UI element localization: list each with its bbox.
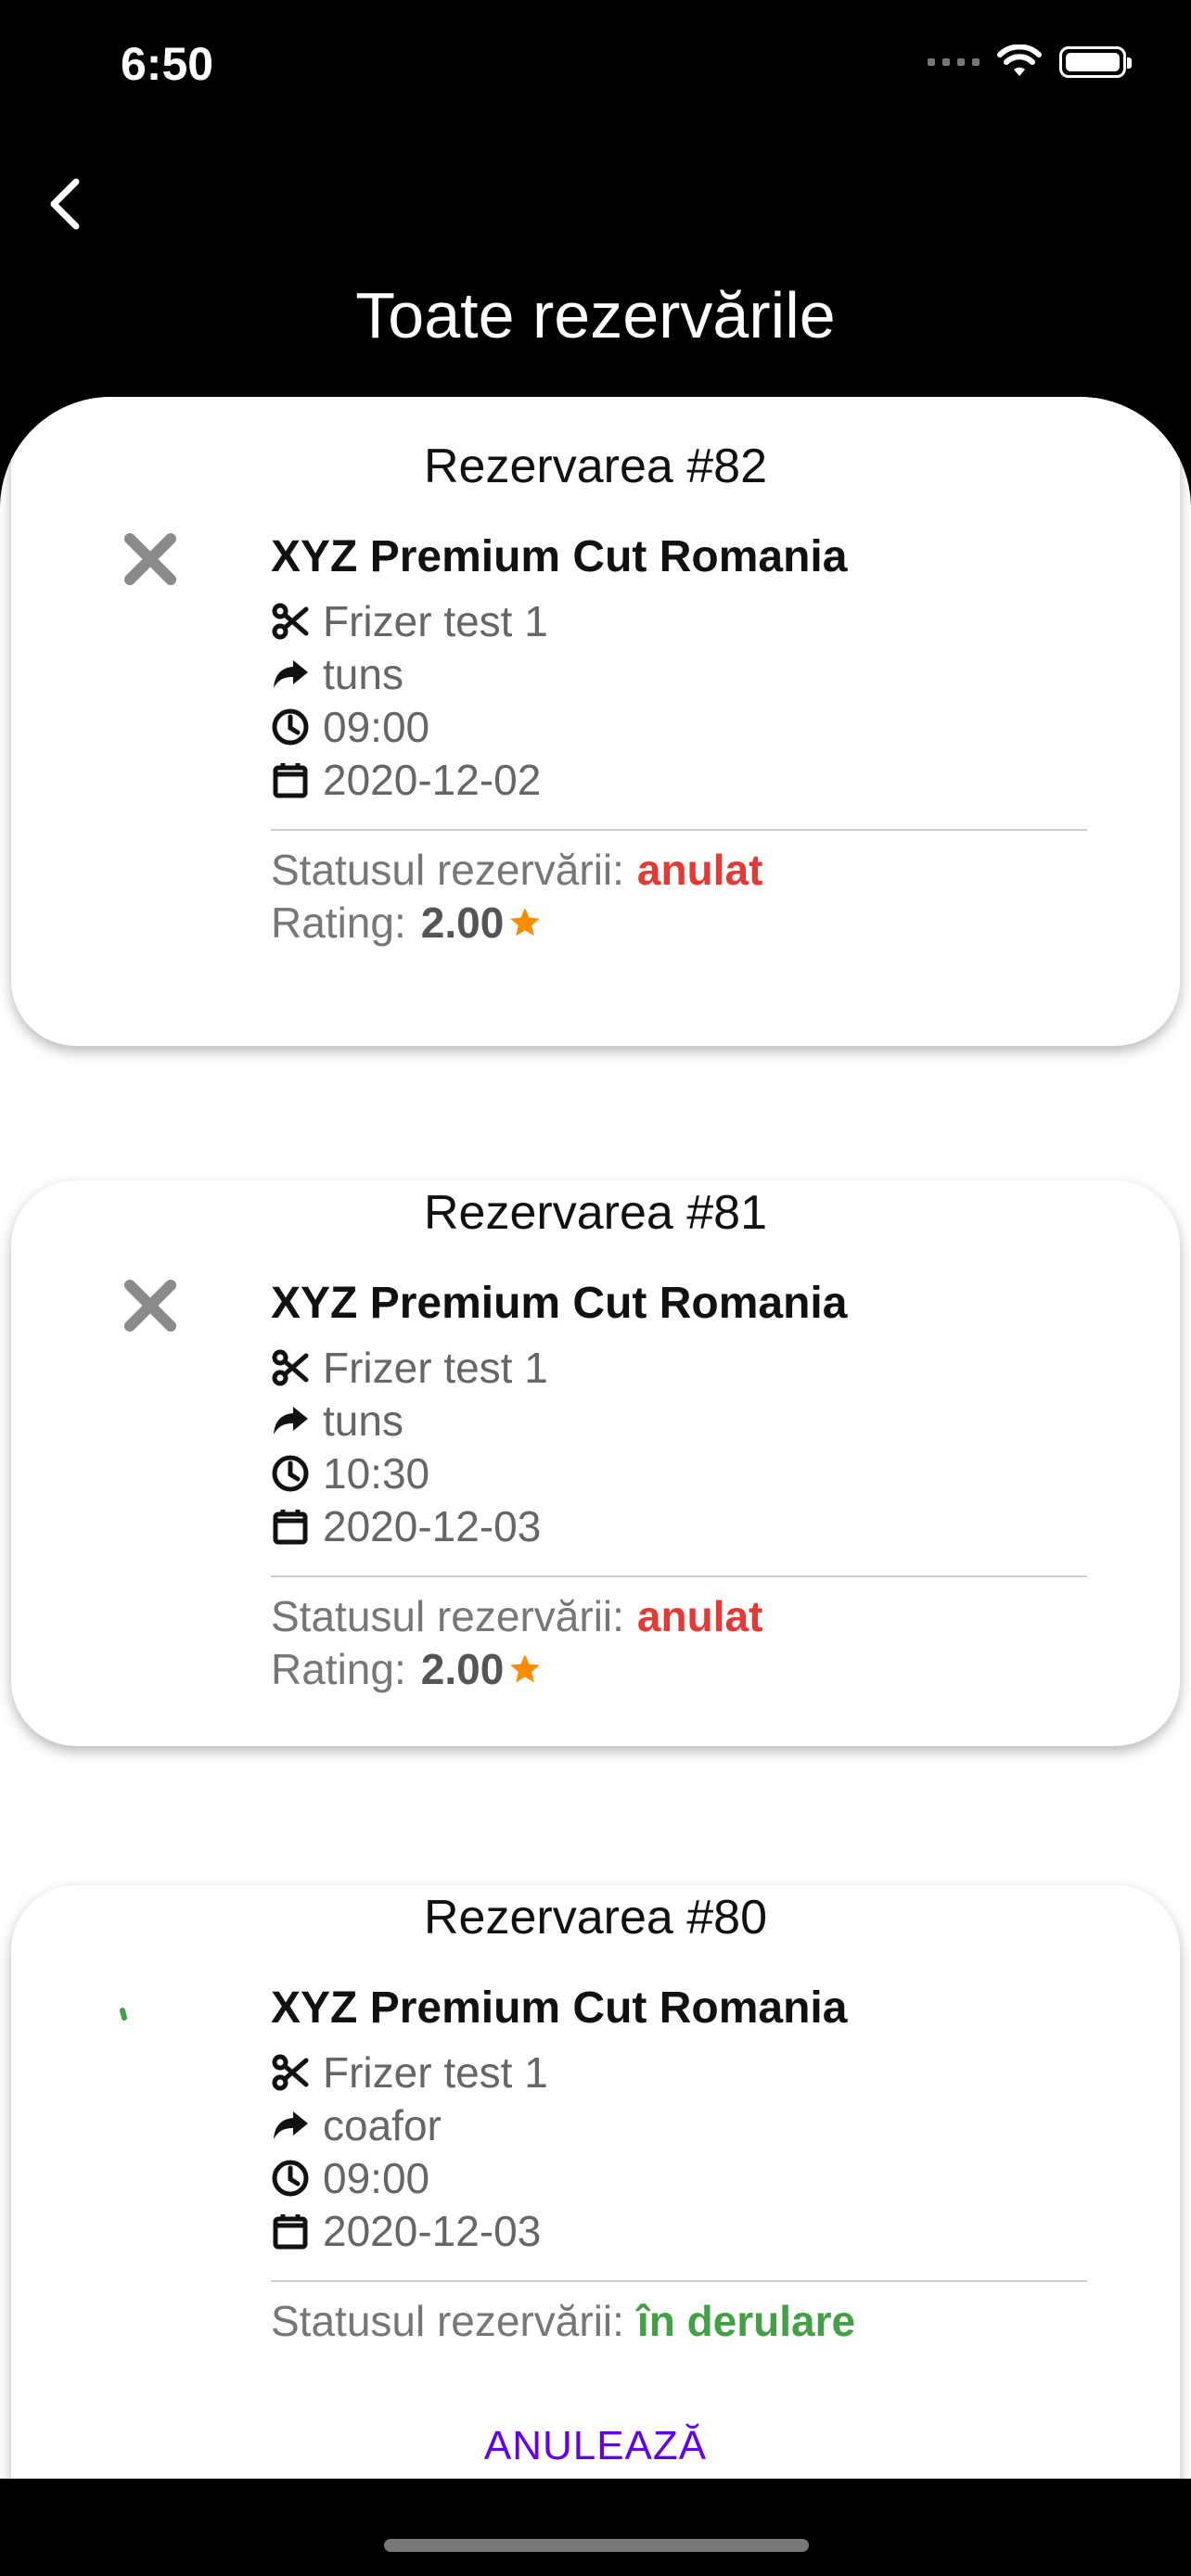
time-row: 10:30 bbox=[271, 1448, 429, 1498]
page-title: Toate rezervările bbox=[355, 279, 836, 351]
reservation-card: Rezervarea #81 XYZ Premium Cut Romania F… bbox=[11, 1180, 1180, 1746]
status-label: Statusul rezervării: bbox=[271, 2297, 624, 2345]
status-label: Statusul rezervării: bbox=[271, 846, 624, 894]
status-label: Statusul rezervării: bbox=[271, 1592, 624, 1640]
barber-name: Frizer test 1 bbox=[323, 2048, 548, 2097]
time-row: 09:00 bbox=[271, 2153, 429, 2203]
clock-icon bbox=[272, 2160, 309, 2197]
clock-icon bbox=[272, 1455, 309, 1492]
service-name: coafor bbox=[323, 2101, 442, 2149]
wifi-icon bbox=[997, 45, 1042, 76]
status-value: anulat bbox=[636, 1592, 763, 1640]
reservation-time: 09:00 bbox=[323, 2154, 430, 2202]
reservations-list[interactable]: Rezervarea #82 XYZ Premium Cut Romania F… bbox=[0, 397, 1191, 2479]
rating-line: Rating: 2.00 bbox=[271, 898, 543, 948]
time-row: 09:00 bbox=[271, 702, 429, 752]
chevron-left-icon bbox=[50, 178, 80, 230]
back-button[interactable] bbox=[28, 167, 102, 241]
reservation-title: Rezervarea #82 bbox=[424, 440, 767, 493]
barber-row: Frizer test 1 bbox=[271, 2047, 548, 2098]
reservation-date: 2020-12-03 bbox=[323, 2207, 542, 2255]
service-row: tuns bbox=[271, 649, 403, 699]
star-icon bbox=[510, 908, 541, 937]
status-line: Statusul rezervării: anulat bbox=[271, 845, 762, 895]
status-bar: 6:50 bbox=[0, 0, 1191, 130]
clock-icon bbox=[272, 708, 309, 746]
calendar-icon bbox=[273, 763, 308, 798]
status-value: în derulare bbox=[636, 2297, 856, 2345]
shop-name: XYZ Premium Cut Romania bbox=[271, 532, 848, 581]
star-icon bbox=[510, 1654, 541, 1683]
close-icon bbox=[124, 1280, 176, 1332]
scissors-icon bbox=[272, 2054, 309, 2091]
barber-name: Frizer test 1 bbox=[323, 1344, 548, 1392]
reservation-date: 2020-12-02 bbox=[323, 756, 542, 804]
rating-value: 2.00 bbox=[420, 899, 505, 947]
status-line: Statusul rezervării: anulat bbox=[271, 1591, 762, 1641]
service-name: tuns bbox=[323, 650, 403, 698]
rating-line: Rating: 2.00 bbox=[271, 1644, 543, 1694]
divider bbox=[271, 829, 1087, 831]
scissors-icon bbox=[272, 603, 309, 640]
cellular-signal-icon bbox=[928, 58, 980, 66]
reservation-card: Rezervarea #82 XYZ Premium Cut Romania F… bbox=[11, 397, 1180, 1046]
rating-label: Rating: bbox=[271, 899, 406, 947]
shop-name: XYZ Premium Cut Romania bbox=[271, 1279, 848, 1328]
service-name: tuns bbox=[323, 1396, 403, 1445]
rating-value: 2.00 bbox=[420, 1645, 505, 1693]
reservation-title: Rezervarea #81 bbox=[424, 1186, 767, 1240]
calendar-icon bbox=[273, 1510, 308, 1545]
rating-label: Rating: bbox=[271, 1645, 406, 1693]
battery-icon bbox=[1059, 46, 1132, 78]
scissors-icon bbox=[272, 1349, 309, 1386]
status-time: 6:50 bbox=[121, 38, 214, 90]
calendar-icon bbox=[273, 2214, 308, 2250]
reservation-title: Rezervarea #80 bbox=[424, 1891, 767, 1945]
loading-spinner-icon bbox=[120, 2008, 127, 2021]
status-line: Statusul rezervării: în derulare bbox=[271, 2296, 855, 2346]
cancel-reservation-button[interactable]: ANULEAZĂ bbox=[11, 2423, 1180, 2469]
barber-row: Frizer test 1 bbox=[271, 1343, 548, 1393]
barber-name: Frizer test 1 bbox=[323, 597, 548, 645]
reservation-time: 10:30 bbox=[323, 1449, 430, 1498]
share-arrow-icon bbox=[274, 1407, 308, 1435]
share-arrow-icon bbox=[274, 2111, 308, 2139]
service-row: coafor bbox=[271, 2100, 442, 2150]
date-row: 2020-12-03 bbox=[271, 1501, 541, 1551]
share-arrow-icon bbox=[274, 660, 308, 688]
divider bbox=[271, 1575, 1087, 1577]
status-icons bbox=[928, 45, 1132, 80]
divider bbox=[271, 2280, 1087, 2282]
date-row: 2020-12-03 bbox=[271, 2206, 541, 2256]
reservation-card: Rezervarea #80 XYZ Premium Cut Romania F… bbox=[11, 1885, 1180, 2479]
home-indicator[interactable] bbox=[384, 2539, 809, 2552]
reservation-time: 09:00 bbox=[323, 703, 430, 751]
service-row: tuns bbox=[271, 1396, 403, 1446]
barber-row: Frizer test 1 bbox=[271, 596, 548, 646]
close-icon bbox=[124, 533, 176, 585]
shop-name: XYZ Premium Cut Romania bbox=[271, 1983, 848, 2033]
date-row: 2020-12-02 bbox=[271, 755, 541, 805]
reservation-date: 2020-12-03 bbox=[323, 1502, 542, 1550]
status-value: anulat bbox=[636, 846, 763, 894]
